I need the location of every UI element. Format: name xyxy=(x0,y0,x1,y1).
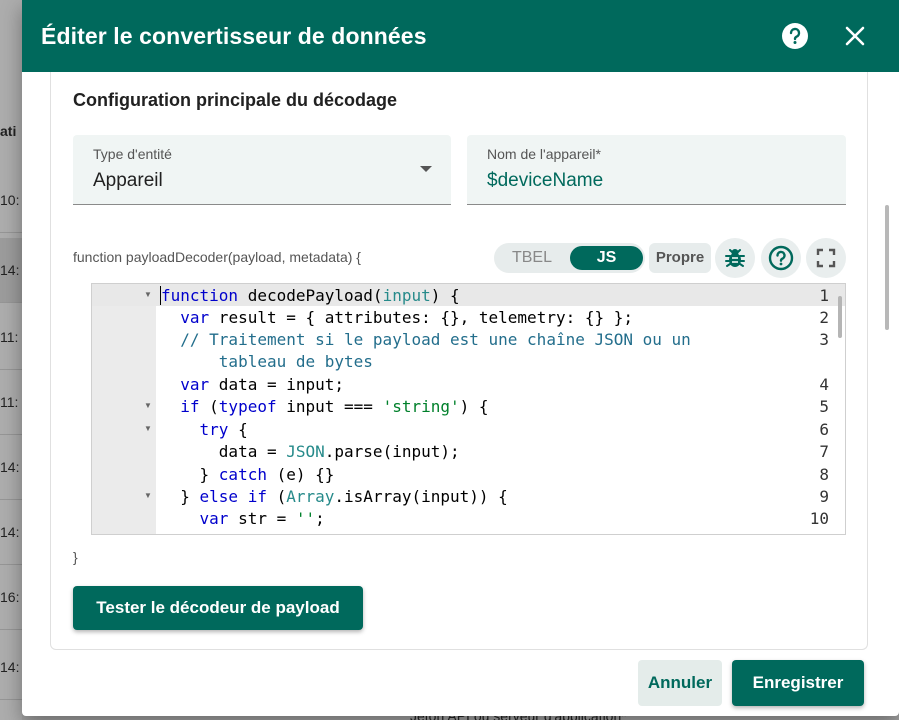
editor-scrollbar[interactable] xyxy=(838,296,842,338)
device-name-value[interactable]: $deviceName xyxy=(487,170,603,192)
line-number: 10 xyxy=(809,509,829,528)
line-number: 4 xyxy=(819,375,829,394)
line-number: 1 xyxy=(819,286,829,305)
fullscreen-icon xyxy=(816,248,836,268)
code-line: try { xyxy=(199,420,248,439)
custom-button[interactable]: Propre xyxy=(649,243,711,273)
section-title: Configuration principale du décodage xyxy=(73,90,398,110)
edit-converter-dialog: Éditer le convertisseur de données Confi… xyxy=(22,0,899,716)
code-editor[interactable]: 1 ▼ 2 3 4 5 ▼ 6 ▼ 7 8 9 ▼ 10 function de… xyxy=(91,283,846,535)
editor-help-button[interactable] xyxy=(761,238,801,278)
save-button[interactable]: Enregistrer xyxy=(732,660,864,706)
line-number: 9 xyxy=(819,487,829,506)
debug-button[interactable] xyxy=(715,238,755,278)
fold-arrow-icon[interactable]: ▼ xyxy=(144,491,152,500)
code-line: function decodePayload(input) { xyxy=(161,286,460,305)
code-line: var result = { attributes: {}, telemetry… xyxy=(180,308,634,327)
code-line: var str = ''; xyxy=(199,509,325,528)
fold-arrow-icon[interactable]: ▼ xyxy=(144,290,152,299)
dropdown-arrow-icon xyxy=(420,166,432,172)
code-line: data = JSON.parse(input); xyxy=(161,442,460,461)
close-button[interactable] xyxy=(835,16,875,56)
code-line: } catch (e) {} xyxy=(161,465,335,484)
help-button[interactable] xyxy=(775,16,815,56)
device-name-field[interactable]: Nom de l'appareil* $deviceName xyxy=(467,135,846,205)
line-number: 2 xyxy=(819,308,829,327)
language-toggle[interactable]: TBEL JS xyxy=(494,243,645,273)
cancel-button[interactable]: Annuler xyxy=(638,660,722,706)
code-line: // Traitement si le payload est une chaî… xyxy=(161,330,691,349)
line-number: 3 xyxy=(819,330,829,349)
dialog-scrollbar[interactable] xyxy=(885,205,889,330)
toggle-option-js[interactable]: JS xyxy=(570,246,643,270)
close-icon xyxy=(845,26,865,46)
line-number: 8 xyxy=(819,465,829,484)
entity-type-label: Type d'entité xyxy=(93,146,172,162)
entity-type-value: Appareil xyxy=(93,170,163,191)
decoder-config-section: Configuration principale du décodage Typ… xyxy=(50,72,868,650)
function-close-brace: } xyxy=(73,549,78,565)
entity-type-select[interactable]: Type d'entité Appareil xyxy=(73,135,451,205)
test-decoder-button[interactable]: Tester le décodeur de payload xyxy=(73,586,363,630)
code-line: } else if (Array.isArray(input)) { xyxy=(161,487,508,506)
code-line: var data = input; xyxy=(180,375,345,394)
dialog-header: Éditer le convertisseur de données xyxy=(22,0,899,72)
bug-icon xyxy=(725,249,745,267)
code-line: tableau de bytes xyxy=(161,352,373,371)
fold-arrow-icon[interactable]: ▼ xyxy=(144,424,152,433)
device-name-label: Nom de l'appareil* xyxy=(487,146,601,162)
dialog-title: Éditer le convertisseur de données xyxy=(41,22,427,49)
line-number: 7 xyxy=(819,442,829,461)
line-number: 6 xyxy=(819,420,829,439)
fold-arrow-icon[interactable]: ▼ xyxy=(144,401,152,410)
function-signature: function payloadDecoder(payload, metadat… xyxy=(73,249,361,265)
code-line: if (typeof input === 'string') { xyxy=(180,397,489,416)
help-circle-icon xyxy=(768,245,794,271)
line-number: 5 xyxy=(819,397,829,416)
toggle-option-tbel[interactable]: TBEL xyxy=(494,243,570,273)
help-circle-icon xyxy=(782,23,808,49)
fullscreen-button[interactable] xyxy=(806,238,846,278)
